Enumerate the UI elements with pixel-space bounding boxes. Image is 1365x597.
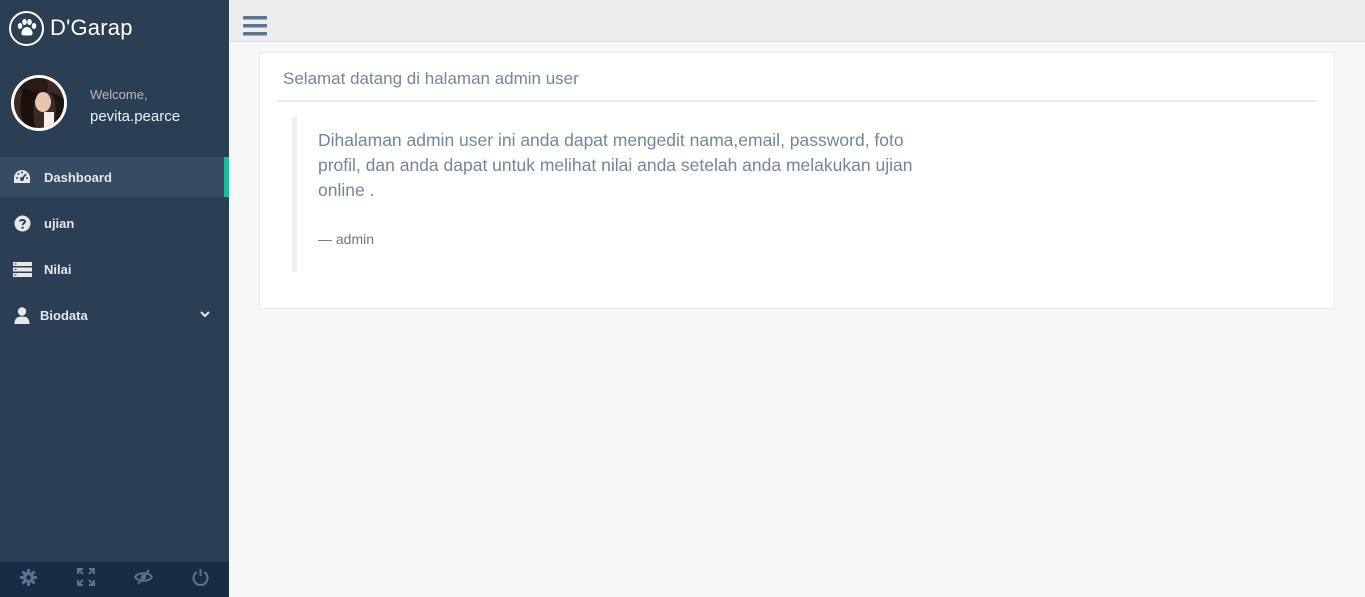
sidebar-item-ujian[interactable]: ujian — [0, 203, 229, 243]
welcome-text: Welcome, — [90, 87, 148, 102]
sidebar-item-nilai[interactable]: Nilai — [0, 249, 229, 289]
quote-footer: — admin — [318, 231, 375, 247]
info-blockquote: Dihalaman admin user ini anda dapat meng… — [292, 117, 942, 272]
sidebar-item-label: Biodata — [40, 307, 88, 323]
brand-title: D'Garap — [50, 15, 133, 40]
panel-divider — [277, 100, 1317, 102]
profile-block: Welcome, pevita.pearce — [11, 75, 221, 131]
brand-link[interactable]: D'Garap — [9, 10, 133, 46]
sidebar-item-label: Dashboard — [44, 169, 112, 185]
settings-icon — [20, 568, 38, 591]
avatar — [11, 75, 67, 131]
paw-icon — [9, 10, 44, 46]
top-navbar — [229, 0, 1365, 42]
fullscreen-icon — [76, 568, 95, 591]
power-icon — [192, 568, 209, 591]
sidebar-item-biodata[interactable]: Biodata — [0, 295, 229, 335]
dashboard-gauge-icon — [12, 168, 32, 186]
lock-eye-icon — [133, 569, 153, 590]
sidebar: D'Garap Welcome, pevita.pearce Dashboard… — [0, 0, 229, 597]
hamburger-icon — [243, 16, 267, 40]
menu-toggle-button[interactable] — [243, 16, 267, 36]
user-icon — [12, 306, 32, 324]
username: pevita.pearce — [90, 108, 181, 125]
welcome-panel: Selamat datang di halaman admin user Dih… — [259, 52, 1335, 309]
sidebar-nav: Dashboard ujian Nilai Biodata — [0, 157, 229, 341]
chevron-down-icon — [199, 308, 211, 320]
sidebar-item-label: Nilai — [44, 261, 72, 277]
question-circle-icon — [12, 214, 32, 232]
settings-button[interactable] — [0, 562, 57, 597]
sidebar-item-dashboard[interactable]: Dashboard — [0, 157, 229, 197]
sidebar-item-label: ujian — [44, 215, 75, 231]
sidebar-footer — [0, 562, 229, 597]
panel-title: Selamat datang di halaman admin user — [283, 69, 579, 88]
logout-button[interactable] — [172, 562, 229, 597]
lock-button[interactable] — [115, 562, 172, 597]
server-list-icon — [12, 260, 32, 278]
quote-text: Dihalaman admin user ini anda dapat meng… — [318, 130, 913, 200]
fullscreen-button[interactable] — [57, 562, 114, 597]
